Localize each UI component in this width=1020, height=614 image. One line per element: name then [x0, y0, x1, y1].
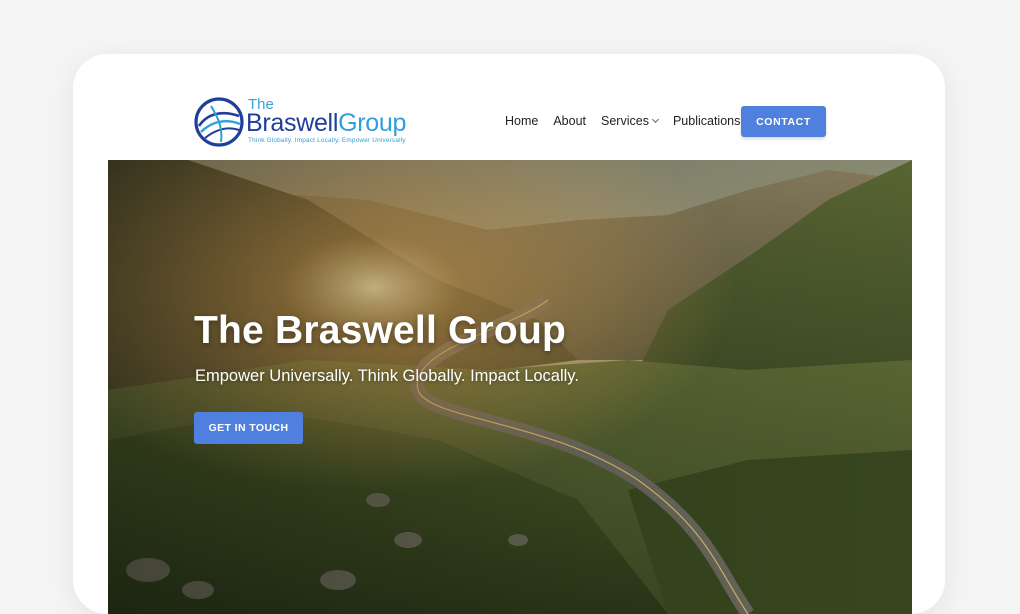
hero-section: The Braswell Group Empower Universally. … [108, 160, 912, 614]
logo-name-part2: Group [338, 109, 407, 137]
site-header: The BraswellGroup Think Globally. Impact… [73, 54, 945, 160]
nav-item-label: About [553, 114, 587, 128]
site-frame: The BraswellGroup Think Globally. Impact… [73, 54, 945, 614]
hero-title: The Braswell Group [194, 309, 567, 352]
hero-background-image [108, 160, 912, 614]
globe-wave-logo-icon [194, 97, 244, 147]
nav-item-label: Publications [672, 114, 741, 128]
nav-item-label: Home [505, 114, 539, 128]
nav-item-services[interactable]: Services [601, 114, 659, 128]
nav-item-home[interactable]: Home [505, 114, 538, 128]
main-nav: Home About Services Publications [505, 114, 755, 128]
site-logo[interactable]: The BraswellGroup Think Globally. Impact… [193, 94, 433, 150]
chevron-down-icon [651, 115, 659, 124]
nav-item-publications[interactable]: Publications [673, 114, 740, 128]
get-in-touch-button[interactable]: GET IN TOUCH [194, 412, 303, 444]
hero-subtitle: Empower Universally. Think Globally. Imp… [195, 367, 579, 385]
nav-item-label: Services [601, 114, 649, 128]
logo-tagline: Think Globally. Impact Locally. Empower … [248, 137, 406, 144]
contact-button[interactable]: CONTACT [741, 106, 826, 137]
nav-item-about[interactable]: About [553, 114, 586, 128]
logo-name-part1: Braswell [246, 109, 339, 137]
logo-name-text: BraswellGroup [246, 108, 406, 138]
